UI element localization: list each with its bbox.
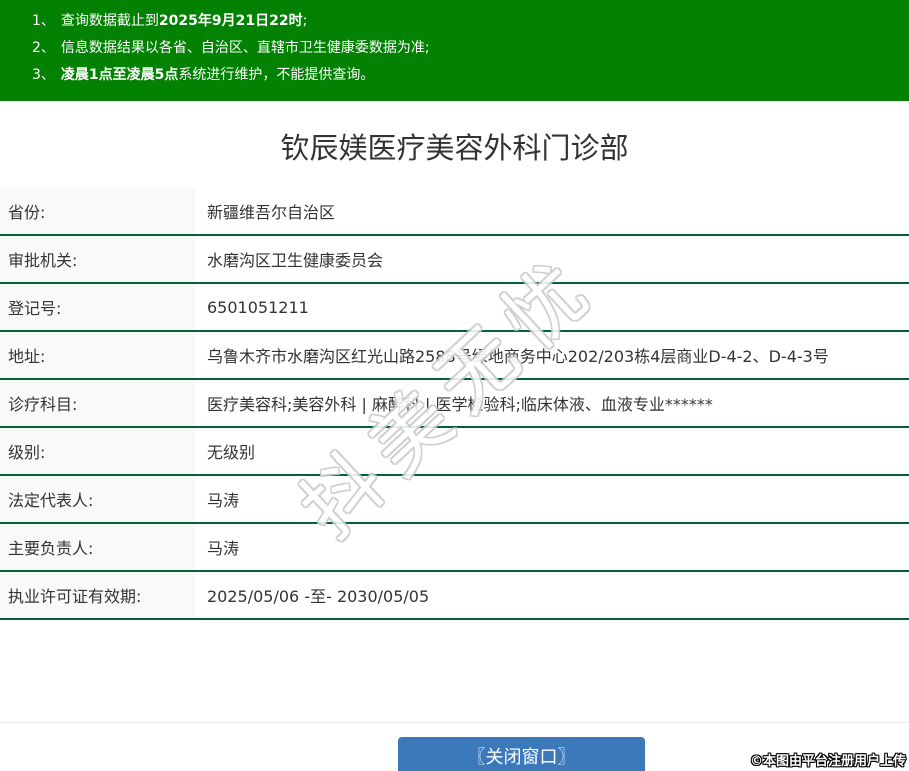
- row-label: 登记号:: [0, 284, 195, 330]
- table-row-license-validity: 执业许可证有效期: 2025/05/06 -至- 2030/05/05: [0, 572, 909, 620]
- row-label: 省份:: [0, 188, 195, 234]
- table-row-approval-authority: 审批机关: 水磨沟区卫生健康委员会: [0, 236, 909, 284]
- table-row-medical-departments: 诊疗科目: 医疗美容科;美容外科 | 麻醉科 | 医学检验科;临床体液、血液专业…: [0, 380, 909, 428]
- row-value: 水磨沟区卫生健康委员会: [207, 251, 384, 270]
- notice-text: 查询数据截止到: [60, 13, 159, 29]
- notice-line-2: 2、 信息数据结果以各省、自治区、直辖市卫生健康委数据为准;: [32, 35, 889, 62]
- row-value: 马涛: [207, 539, 240, 558]
- notice-text: ;: [302, 13, 308, 29]
- query-result-page: 1、 查询数据截止到2025年9月21日22时; 2、 信息数据结果以各省、自治区、…: [0, 0, 909, 771]
- corner-watermark: ©本图由平台注册用户上传: [749, 754, 906, 769]
- notice-line-1: 1、 查询数据截止到2025年9月21日22时;: [32, 8, 889, 35]
- notice-banner: 1、 查询数据截止到2025年9月21日22时; 2、 信息数据结果以各省、自治区、…: [0, 0, 909, 101]
- bottom-divider: [0, 722, 909, 723]
- institution-detail-table: 省份: 新疆维吾尔自治区 审批机关: 水磨沟区卫生健康委员会 登记号: 6501…: [0, 188, 909, 620]
- table-row-registration-number: 登记号: 6501051211: [0, 284, 909, 332]
- row-label: 诊疗科目:: [0, 380, 195, 426]
- row-label: 执业许可证有效期:: [0, 572, 195, 618]
- notice-bold-text: 凌晨1点至凌晨5点: [60, 67, 179, 83]
- row-label: 主要负责人:: [0, 524, 195, 570]
- row-value: 乌鲁木齐市水磨沟区红光山路2588号绿地商务中心202/203栋4层商业D-4-…: [207, 347, 829, 366]
- table-row-person-in-charge: 主要负责人: 马涛: [0, 524, 909, 572]
- row-label: 级别:: [0, 428, 195, 474]
- table-row-level: 级别: 无级别: [0, 428, 909, 476]
- row-value: 6501051211: [207, 297, 309, 317]
- row-value: 新疆维吾尔自治区: [207, 203, 336, 222]
- page-title: 钦辰媄医疗美容外科门诊部: [280, 131, 629, 165]
- notice-bold-text: 2025年9月21日22时: [158, 13, 303, 29]
- row-value: 医疗美容科;美容外科 | 麻醉科 | 医学检验科;临床体液、血液专业******: [207, 395, 713, 414]
- notice-number: 3、: [32, 67, 55, 83]
- notice-text: 信息数据结果以各省、自治区、直辖市卫生健康委数据为准;: [60, 40, 430, 56]
- notice-line-3: 3、 凌晨1点至凌晨5点系统进行维护，不能提供查询。: [32, 62, 889, 89]
- table-row-address: 地址: 乌鲁木齐市水磨沟区红光山路2588号绿地商务中心202/203栋4层商业…: [0, 332, 909, 380]
- row-value: 2025/05/06 -至- 2030/05/05: [207, 587, 430, 606]
- close-window-button[interactable]: 〖关闭窗口〗: [398, 737, 645, 771]
- table-row-legal-representative: 法定代表人: 马涛: [0, 476, 909, 524]
- row-value: 无级别: [207, 443, 256, 462]
- notice-number: 1、: [32, 13, 55, 29]
- row-label: 地址:: [0, 332, 195, 378]
- notice-number: 2、: [32, 40, 55, 56]
- row-value: 马涛: [207, 491, 240, 510]
- notice-text: 系统进行维护，不能提供查询。: [178, 67, 375, 83]
- row-label: 审批机关:: [0, 236, 195, 282]
- row-label: 法定代表人:: [0, 476, 195, 522]
- table-row-province: 省份: 新疆维吾尔自治区: [0, 188, 909, 236]
